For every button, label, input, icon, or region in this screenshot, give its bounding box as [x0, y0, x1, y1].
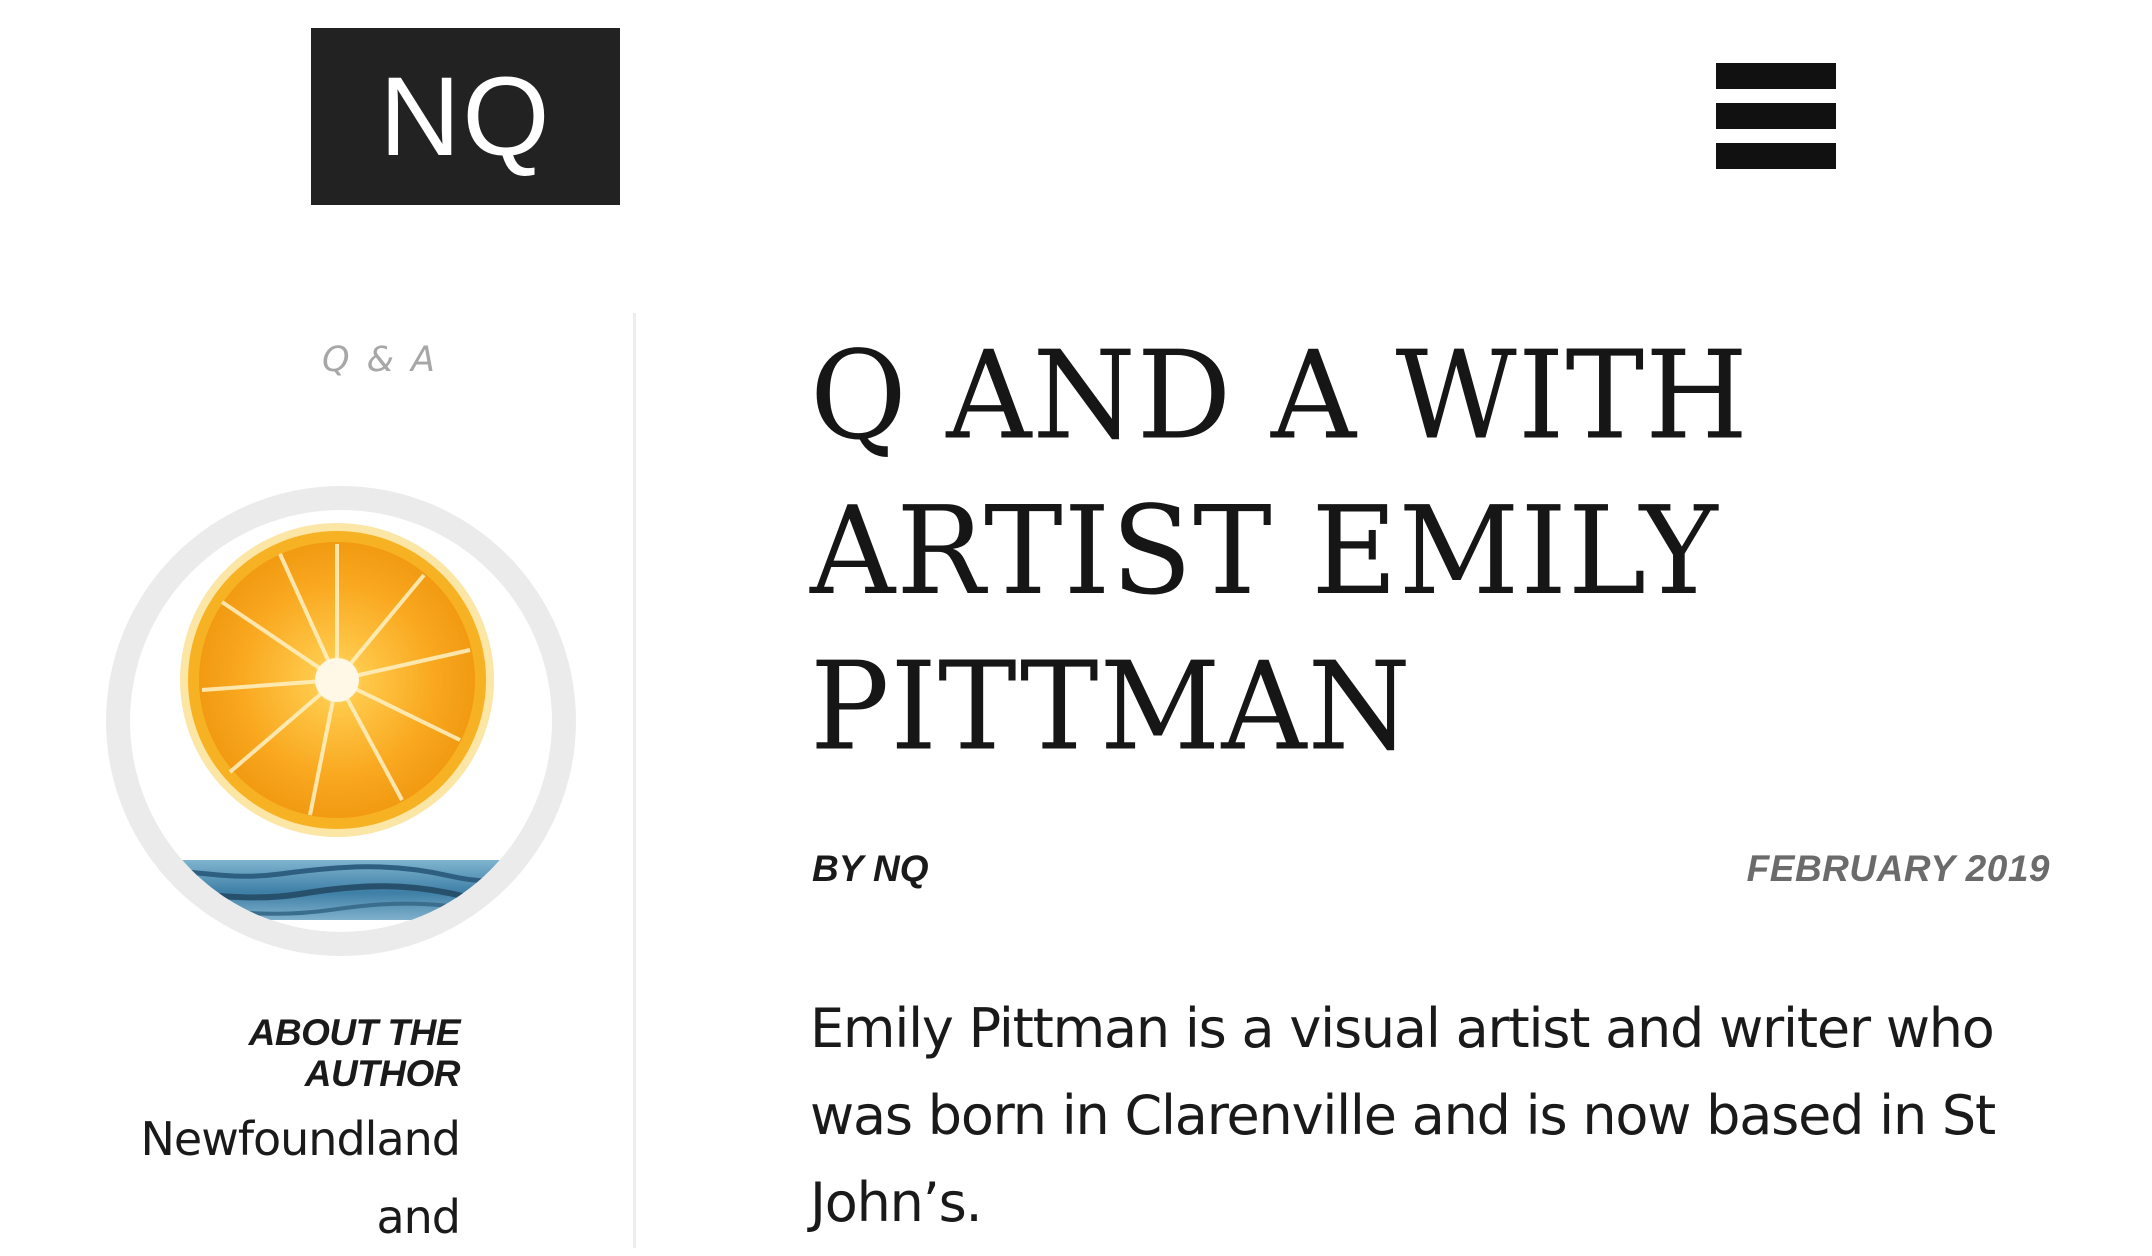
- about-heading-line1: ABOUT THE: [248, 1012, 461, 1053]
- about-the-author-text: Newfoundland and: [100, 1100, 461, 1256]
- orange-slice-over-water-image: [130, 523, 552, 932]
- title-line3: PITTMAN: [810, 635, 1412, 778]
- author-photo: [106, 486, 576, 956]
- category-label[interactable]: Q & A: [220, 340, 540, 380]
- menu-bar-middle: [1716, 103, 1836, 129]
- author-byline[interactable]: BY NQ: [812, 848, 929, 890]
- about-body-line2: and: [376, 1190, 461, 1244]
- author-photo-inner: [130, 510, 552, 932]
- article-title: Q AND A WITH ARTIST EMILY PITTMAN: [810, 318, 2010, 785]
- menu-bar-bottom: [1716, 143, 1836, 169]
- article-intro: Emily Pittman is a visual artist and wri…: [810, 997, 1996, 1234]
- about-body-line1: Newfoundland: [140, 1112, 461, 1166]
- about-the-author-heading: ABOUT THE AUTHOR: [120, 1012, 461, 1094]
- sidebar-divider: [633, 313, 636, 1248]
- logo-text: NQ: [379, 53, 552, 179]
- title-line2: ARTIST EMILY: [810, 479, 1719, 622]
- hamburger-menu-icon[interactable]: [1716, 63, 1836, 169]
- menu-bar-top: [1716, 63, 1836, 89]
- about-heading-line2: AUTHOR: [304, 1053, 461, 1094]
- title-line1: Q AND A WITH: [810, 324, 1750, 467]
- site-logo[interactable]: NQ: [311, 28, 620, 205]
- publish-date: FEBRUARY 2019: [1746, 848, 2050, 889]
